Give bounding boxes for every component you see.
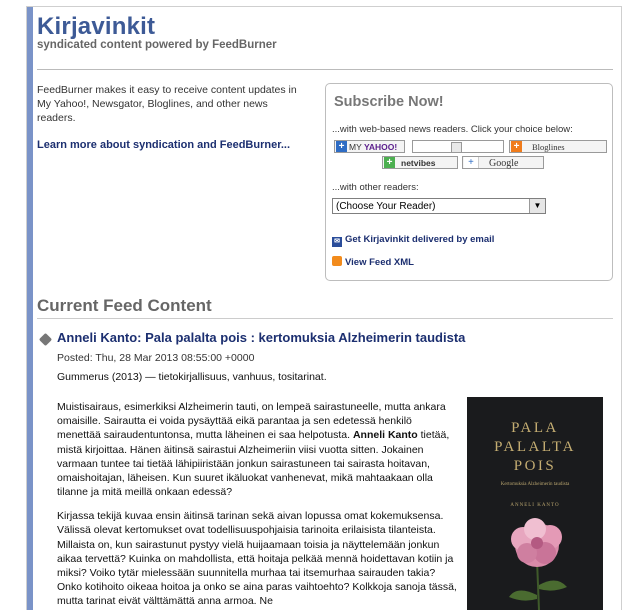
subscribe-title: Subscribe Now! [334, 94, 444, 110]
xml-link-label: View Feed XML [345, 257, 414, 268]
plus-icon: + [336, 141, 347, 152]
plus-icon: + [511, 141, 522, 152]
view-feed-xml-link[interactable]: View Feed XML [332, 256, 414, 268]
add-to-google-button[interactable]: + Google [462, 156, 544, 169]
broken-image-icon [451, 142, 462, 153]
header: Kirjavinkit syndicated content powered b… [37, 13, 277, 51]
learn-more-link[interactable]: Learn more about syndication and FeedBur… [37, 139, 290, 151]
plus-icon: + [464, 157, 479, 168]
flower-illustration [509, 518, 567, 610]
item-bullet-icon [38, 332, 53, 347]
item-body: Muistisairaus, esimerkiksi Alzheimerin t… [57, 400, 457, 610]
other-readers-label: ...with other readers: [332, 182, 419, 193]
web-readers-label: ...with web-based news readers. Click yo… [332, 124, 573, 135]
email-subscribe-link[interactable]: ✉ Get Kirjavinkit delivered by email [332, 234, 494, 247]
email-link-label: Get Kirjavinkit delivered by email [345, 234, 495, 245]
cover-title-line: PALALTA [494, 439, 576, 455]
feed-page: Kirjavinkit syndicated content powered b… [26, 6, 622, 610]
yahoo-logo: YAHOO! [363, 142, 398, 152]
cover-subtitle: Kertomuksia Alzheimerin taudista [500, 482, 570, 487]
reader-select-value: (Choose Your Reader) [336, 201, 436, 212]
bloglines-label: Bloglines [532, 142, 565, 152]
chevron-down-icon[interactable]: ▼ [529, 199, 545, 213]
cover-author: ANNELI KANTO [510, 503, 560, 508]
broken-image-button[interactable] [412, 140, 504, 153]
plus-icon: + [384, 157, 395, 168]
cover-title-line: POIS [513, 458, 557, 474]
item-summary: Gummerus (2013) — tietokirjallisuus, van… [57, 371, 327, 383]
author-name: Anneli Kanto [352, 429, 418, 442]
reader-select[interactable]: (Choose Your Reader) ▼ [332, 198, 546, 214]
left-accent-bar [27, 7, 33, 610]
cover-title-line: PALA [511, 420, 559, 436]
my-yahoo-prefix: MY [349, 142, 362, 152]
feed-divider [37, 318, 613, 319]
rss-icon [332, 256, 342, 266]
netvibes-label: netvibes [401, 158, 436, 168]
item-paragraph-2: Kirjassa tekijä kuvaa ensin äitinsä tari… [57, 510, 457, 608]
item-paragraph-1: Muistisairaus, esimerkiksi Alzheimerin t… [57, 400, 457, 499]
item-title-link[interactable]: Anneli Kanto: Pala palalta pois : kertom… [57, 330, 465, 345]
site-title[interactable]: Kirjavinkit [37, 13, 277, 41]
book-cover-image: PALA PALALTA POIS Kertomuksia Alzheimeri… [467, 397, 603, 610]
subscribe-box: Subscribe Now! ...with web-based news re… [325, 83, 613, 281]
add-to-netvibes-button[interactable]: + netvibes [382, 156, 458, 169]
google-label: Google [489, 158, 519, 169]
header-divider [37, 69, 613, 70]
item-posted-date: Posted: Thu, 28 Mar 2013 08:55:00 +0000 [57, 352, 255, 364]
site-subtitle: syndicated content powered by FeedBurner [37, 39, 277, 51]
feed-heading: Current Feed Content [37, 296, 212, 315]
add-to-bloglines-button[interactable]: + Bloglines [509, 140, 607, 153]
email-icon: ✉ [332, 237, 342, 247]
add-to-my-yahoo-button[interactable]: + MY YAHOO! [334, 140, 405, 153]
intro-text: FeedBurner makes it easy to receive cont… [37, 84, 297, 124]
